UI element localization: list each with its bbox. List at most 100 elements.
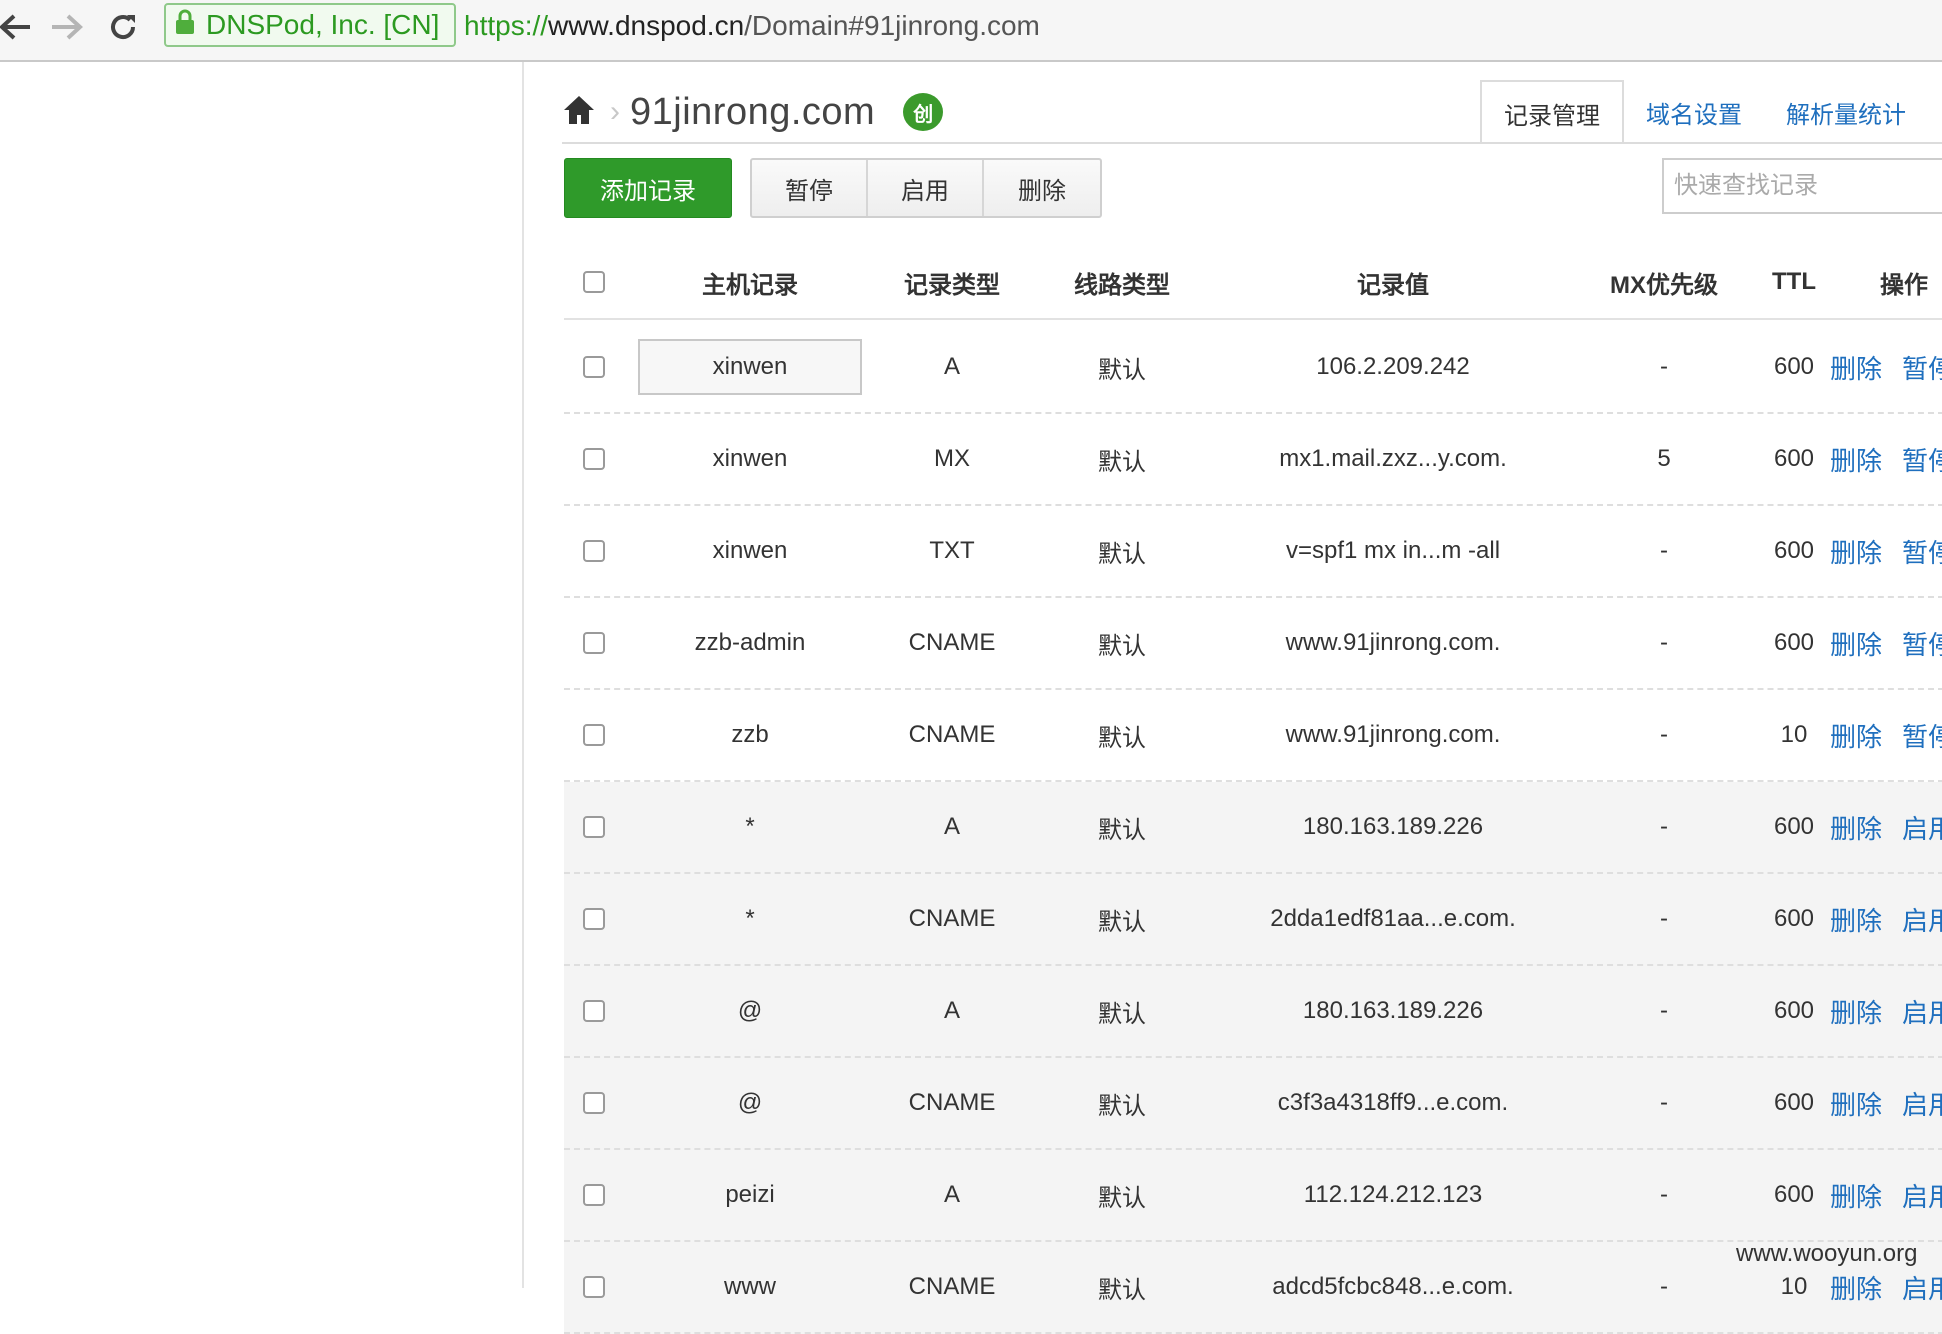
enable-record-link[interactable]: 启用 [1902, 1085, 1942, 1122]
cell-value[interactable]: 180.163.189.226 [1202, 782, 1584, 872]
enable-record-link[interactable]: 启用 [1902, 901, 1942, 938]
cell-mx[interactable]: - [1584, 322, 1744, 412]
row-checkbox[interactable] [583, 1276, 605, 1298]
cell-line[interactable]: 默认 [1042, 1242, 1202, 1332]
security-indicator[interactable]: DNSPod, Inc. [CN] [164, 3, 456, 47]
cell-line[interactable]: 默认 [1042, 1058, 1202, 1148]
pause-record-link[interactable]: 暂停 [1902, 349, 1942, 386]
enable-record-link[interactable]: 启用 [1902, 1269, 1942, 1306]
record-search-input[interactable] [1664, 160, 1942, 212]
cell-type[interactable]: TXT [862, 506, 1042, 596]
reload-icon[interactable] [100, 4, 146, 50]
add-record-button[interactable]: 添加记录 [564, 158, 732, 218]
cell-value[interactable]: v=spf1 mx in...m -all [1202, 506, 1584, 596]
delete-record-link[interactable]: 删除 [1830, 901, 1882, 938]
select-all-checkbox[interactable] [583, 271, 605, 293]
cell-type[interactable]: A [862, 322, 1042, 412]
cell-line[interactable]: 默认 [1042, 966, 1202, 1056]
row-checkbox[interactable] [583, 1184, 605, 1206]
cell-mx[interactable]: - [1584, 782, 1744, 872]
row-checkbox[interactable] [583, 632, 605, 654]
cell-value[interactable]: c3f3a4318ff9...e.com. [1202, 1058, 1584, 1148]
header-host[interactable]: 主机记录 [638, 246, 862, 318]
row-checkbox[interactable] [583, 448, 605, 470]
tab-0[interactable]: 记录管理 [1480, 80, 1624, 144]
cell-type[interactable]: CNAME [862, 1242, 1042, 1332]
enable-record-link[interactable]: 启用 [1902, 993, 1942, 1030]
cell-mx[interactable]: - [1584, 598, 1744, 688]
row-checkbox[interactable] [583, 356, 605, 378]
delete-record-link[interactable]: 删除 [1830, 1085, 1882, 1122]
header-value[interactable]: 记录值 [1202, 246, 1584, 318]
cell-mx[interactable]: - [1584, 506, 1744, 596]
forward-arrow-icon[interactable] [44, 4, 90, 50]
enable-button[interactable]: 启用 [868, 160, 984, 216]
back-arrow-icon[interactable] [0, 4, 38, 50]
cell-type[interactable]: CNAME [862, 598, 1042, 688]
cell-host[interactable]: zzb-admin [638, 598, 862, 688]
cell-line[interactable]: 默认 [1042, 782, 1202, 872]
cell-value[interactable]: www.91jinrong.com. [1202, 690, 1584, 780]
cell-type[interactable]: CNAME [862, 874, 1042, 964]
cell-value[interactable]: 2dda1edf81aa...e.com. [1202, 874, 1584, 964]
cell-mx[interactable]: - [1584, 1242, 1744, 1332]
cell-line[interactable]: 默认 [1042, 322, 1202, 412]
cell-mx[interactable]: - [1584, 1150, 1744, 1240]
delete-record-link[interactable]: 删除 [1830, 809, 1882, 846]
delete-record-link[interactable]: 删除 [1830, 1269, 1882, 1306]
row-checkbox[interactable] [583, 1092, 605, 1114]
delete-record-link[interactable]: 删除 [1830, 1177, 1882, 1214]
cell-type[interactable]: A [862, 1150, 1042, 1240]
row-checkbox[interactable] [583, 908, 605, 930]
cell-value[interactable]: mx1.mail.zxz...y.com. [1202, 414, 1584, 504]
row-checkbox[interactable] [583, 1000, 605, 1022]
cell-line[interactable]: 默认 [1042, 690, 1202, 780]
cell-line[interactable]: 默认 [1042, 598, 1202, 688]
cell-mx[interactable]: - [1584, 690, 1744, 780]
delete-record-link[interactable]: 删除 [1830, 625, 1882, 662]
row-checkbox[interactable] [583, 724, 605, 746]
cell-mx[interactable]: - [1584, 1058, 1744, 1148]
cell-host[interactable]: zzb [638, 690, 862, 780]
address-bar[interactable]: https://www.dnspod.cn/Domain#91jinrong.c… [464, 8, 1040, 44]
host-edit-box[interactable]: xinwen [638, 339, 862, 395]
cell-host[interactable]: peizi [638, 1150, 862, 1240]
cell-type[interactable]: CNAME [862, 1058, 1042, 1148]
pause-record-link[interactable]: 暂停 [1902, 441, 1942, 478]
cell-line[interactable]: 默认 [1042, 1150, 1202, 1240]
cell-type[interactable]: A [862, 966, 1042, 1056]
tab-2[interactable]: 解析量统计 [1764, 80, 1928, 144]
record-search-field[interactable] [1662, 158, 1942, 214]
cell-mx[interactable]: - [1584, 966, 1744, 1056]
cell-host[interactable]: * [638, 874, 862, 964]
home-icon[interactable] [562, 94, 596, 131]
cell-type[interactable]: A [862, 782, 1042, 872]
cell-mx[interactable]: - [1584, 874, 1744, 964]
cell-value[interactable]: adcd5fcbc848...e.com. [1202, 1242, 1584, 1332]
cell-host[interactable]: www [638, 1242, 862, 1332]
cell-host[interactable]: xinwen [638, 322, 862, 412]
header-type[interactable]: 记录类型 [862, 246, 1042, 318]
cell-line[interactable]: 默认 [1042, 506, 1202, 596]
delete-button[interactable]: 删除 [984, 160, 1100, 216]
header-mx[interactable]: MX优先级 [1584, 246, 1744, 318]
row-checkbox[interactable] [583, 540, 605, 562]
cell-value[interactable]: 106.2.209.242 [1202, 322, 1584, 412]
cell-host[interactable]: @ [638, 1058, 862, 1148]
cell-mx[interactable]: 5 [1584, 414, 1744, 504]
delete-record-link[interactable]: 删除 [1830, 533, 1882, 570]
cell-value[interactable]: 180.163.189.226 [1202, 966, 1584, 1056]
delete-record-link[interactable]: 删除 [1830, 349, 1882, 386]
pause-button[interactable]: 暂停 [752, 160, 868, 216]
enable-record-link[interactable]: 启用 [1902, 1177, 1942, 1214]
delete-record-link[interactable]: 删除 [1830, 441, 1882, 478]
cell-line[interactable]: 默认 [1042, 414, 1202, 504]
pause-record-link[interactable]: 暂停 [1902, 717, 1942, 754]
enable-record-link[interactable]: 启用 [1902, 809, 1942, 846]
header-line[interactable]: 线路类型 [1042, 246, 1202, 318]
delete-record-link[interactable]: 删除 [1830, 993, 1882, 1030]
cell-value[interactable]: 112.124.212.123 [1202, 1150, 1584, 1240]
cell-host[interactable]: xinwen [638, 414, 862, 504]
cell-host[interactable]: xinwen [638, 506, 862, 596]
cell-host[interactable]: * [638, 782, 862, 872]
